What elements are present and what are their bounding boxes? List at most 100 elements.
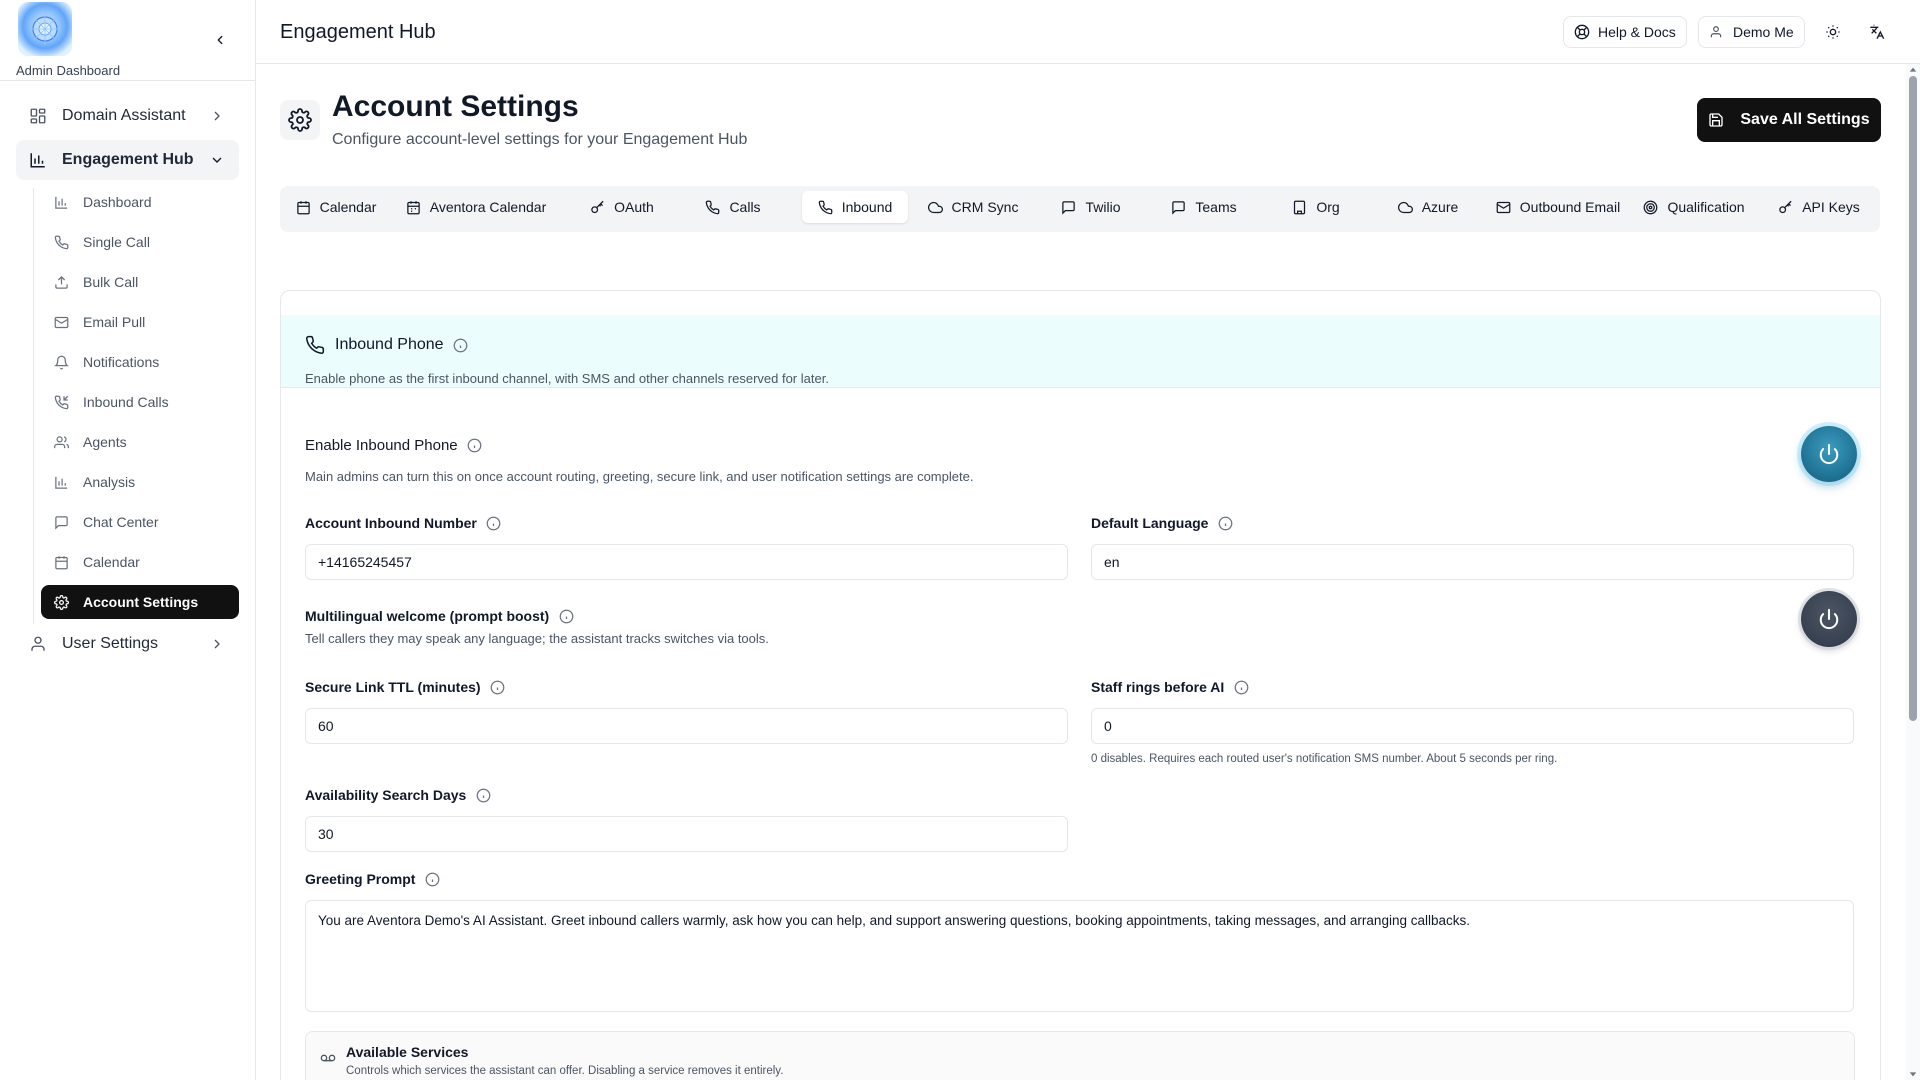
info-icon[interactable] xyxy=(453,337,469,353)
sidebar-item-user-settings[interactable]: User Settings xyxy=(16,624,239,664)
tab-teams[interactable]: Teams xyxy=(1146,191,1262,223)
logo-icon xyxy=(29,13,61,45)
available-services-title: Available Services xyxy=(346,1044,469,1060)
sidebar-subitem-chat-center[interactable]: Chat Center xyxy=(41,505,239,539)
info-icon[interactable] xyxy=(558,608,574,624)
tab-calls[interactable]: Calls xyxy=(678,191,788,223)
tab-outbound-email[interactable]: Outbound Email xyxy=(1486,191,1630,223)
info-icon[interactable] xyxy=(467,438,483,454)
scrollbar-thumb[interactable] xyxy=(1909,76,1917,721)
greeting-prompt-label: Greeting Prompt xyxy=(305,871,416,887)
sidebar-subitem-account-settings[interactable]: Account Settings xyxy=(41,585,239,619)
multilingual-description: Tell callers they may speak any language… xyxy=(305,631,769,646)
sidebar-subitem-dashboard[interactable]: Dashboard xyxy=(41,185,239,219)
tab-label: API Keys xyxy=(1802,199,1860,215)
language-button[interactable] xyxy=(1865,20,1889,44)
tab-crm-sync[interactable]: CRM Sync xyxy=(918,191,1028,223)
save-all-settings-label: Save All Settings xyxy=(1740,111,1870,128)
sidebar-subitem-label: Bulk Call xyxy=(83,274,139,290)
header-title: Engagement Hub xyxy=(280,21,436,43)
page-subtitle: Configure account-level settings for you… xyxy=(332,131,748,148)
availability-days-input[interactable]: 30 xyxy=(305,816,1068,852)
sidebar-subitem-bulk-call[interactable]: Bulk Call xyxy=(41,265,239,299)
enable-inbound-toggle[interactable] xyxy=(1801,426,1857,482)
multilingual-toggle[interactable] xyxy=(1801,591,1857,647)
chevron-right-icon xyxy=(214,111,220,121)
info-icon[interactable] xyxy=(1217,515,1233,531)
tab-label: Azure xyxy=(1421,199,1459,215)
inbound-number-label-row: Account Inbound Number xyxy=(305,515,502,531)
power-icon xyxy=(1819,443,1839,465)
info-icon[interactable] xyxy=(424,871,440,887)
inbound-number-input[interactable]: +14165245457 xyxy=(305,544,1068,580)
sidebar-subitem-agents[interactable]: Agents xyxy=(41,425,239,459)
phone-incoming-icon xyxy=(53,394,69,410)
tab-qualification[interactable]: Qualification xyxy=(1632,191,1756,223)
sidebar-subitem-analysis[interactable]: Analysis xyxy=(41,465,239,499)
default-language-label-row: Default Language xyxy=(1091,515,1233,531)
info-icon[interactable] xyxy=(1233,679,1249,695)
gear-icon xyxy=(288,108,312,132)
enable-inbound-label-row: Enable Inbound Phone xyxy=(305,437,483,454)
sidebar-subitem-email-pull[interactable]: Email Pull xyxy=(41,305,239,339)
sidebar-subitem-label: Analysis xyxy=(83,474,136,490)
sidebar-subitem-inbound-calls[interactable]: Inbound Calls xyxy=(41,385,239,419)
sidebar-subitem-single-call[interactable]: Single Call xyxy=(41,225,239,259)
default-language-input[interactable]: en xyxy=(1091,544,1854,580)
tab-calendar[interactable]: Calendar xyxy=(288,191,384,223)
users-icon xyxy=(53,434,69,450)
user-icon xyxy=(28,634,48,654)
sidebar-item-engagement-hub[interactable]: Engagement Hub xyxy=(16,140,239,180)
tab-api-keys[interactable]: API Keys xyxy=(1766,191,1872,223)
mail-icon xyxy=(53,314,69,330)
sidebar-subitem-label: Agents xyxy=(83,434,127,450)
sidebar-subitem-label: Notifications xyxy=(83,354,160,370)
staff-rings-input[interactable]: 0 xyxy=(1091,708,1854,744)
availability-days-label-row: Availability Search Days xyxy=(305,787,491,803)
app-logo xyxy=(18,2,72,56)
info-icon[interactable] xyxy=(475,787,491,803)
sidebar-subitem-label: Account Settings xyxy=(83,594,199,610)
bell-icon xyxy=(53,354,69,370)
sidebar-item-domain-assistant[interactable]: Domain Assistant xyxy=(16,96,239,136)
power-icon xyxy=(1819,608,1839,630)
info-icon[interactable] xyxy=(486,515,502,531)
user-menu-button[interactable]: Demo Me xyxy=(1698,16,1805,48)
collapse-sidebar-button[interactable] xyxy=(208,28,232,52)
ttl-label-row: Secure Link TTL (minutes) xyxy=(305,679,506,695)
tab-oauth[interactable]: OAuth xyxy=(568,191,676,223)
tab-inbound[interactable]: Inbound xyxy=(802,191,908,223)
building-icon xyxy=(1292,199,1308,215)
sidebar-subitem-calendar[interactable]: Calendar xyxy=(41,545,239,579)
chevron-right-icon xyxy=(214,639,220,649)
sidebar-subitem-notifications[interactable]: Notifications xyxy=(41,345,239,379)
theme-toggle-button[interactable] xyxy=(1821,20,1845,44)
submenu-line xyxy=(33,188,34,624)
help-docs-label: Help & Docs xyxy=(1598,24,1676,40)
sidebar-item-label: User Settings xyxy=(62,635,159,652)
tab-label: OAuth xyxy=(614,199,654,215)
tab-azure[interactable]: Azure xyxy=(1370,191,1486,223)
save-all-settings-button[interactable]: Save All Settings xyxy=(1697,98,1881,142)
cloud-icon xyxy=(927,199,944,215)
staff-rings-label: Staff rings before AI xyxy=(1091,679,1225,695)
tab-aventora-calendar[interactable]: Aventora Calendar xyxy=(396,191,556,223)
page-scrollbar[interactable] xyxy=(1906,64,1920,1080)
multilingual-label: Multilingual welcome (prompt boost) xyxy=(305,608,550,624)
settings-tabs: Calendar Aventora Calendar OAuth Calls I… xyxy=(280,186,1880,232)
cloud-icon xyxy=(1397,199,1414,215)
top-header: Engagement Hub Help & Docs Demo Me xyxy=(256,0,1920,64)
tab-org[interactable]: Org xyxy=(1262,191,1370,223)
bar-chart-icon xyxy=(28,150,48,170)
info-icon[interactable] xyxy=(490,679,506,695)
multilingual-label-row: Multilingual welcome (prompt boost) xyxy=(305,608,574,624)
tab-label: CRM Sync xyxy=(951,199,1019,215)
translate-icon xyxy=(1870,24,1885,39)
calendar-icon xyxy=(53,554,69,570)
greeting-prompt-textarea[interactable]: You are Aventora Demo's AI Assistant. Gr… xyxy=(305,900,1854,1012)
help-docs-button[interactable]: Help & Docs xyxy=(1563,16,1687,48)
tab-twilio[interactable]: Twilio xyxy=(1036,191,1146,223)
phone-icon xyxy=(818,199,834,215)
ttl-input[interactable]: 60 xyxy=(305,708,1068,744)
message-icon xyxy=(1171,199,1187,215)
